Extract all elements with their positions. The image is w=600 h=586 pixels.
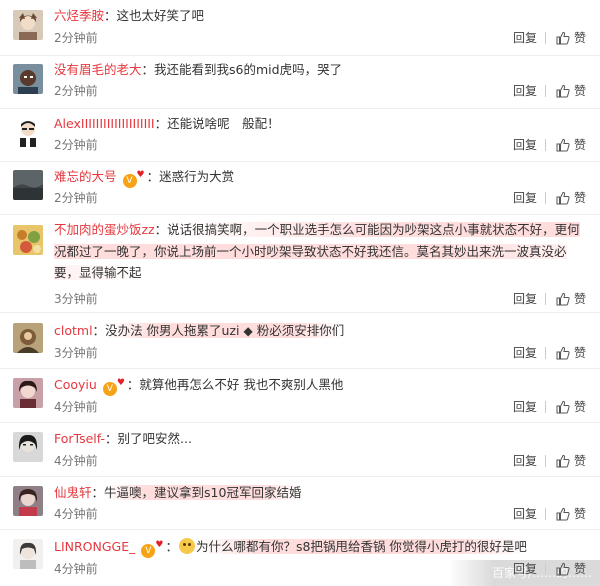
avatar[interactable] (13, 378, 43, 408)
reply-button[interactable]: 回复 (513, 506, 537, 522)
comment-item: Cooyiu V♥ ：就算他再怎么不好 我也不爽别人黑他 4分钟前 回复 赞 (0, 369, 600, 423)
reply-button[interactable]: 回复 (513, 291, 537, 307)
thumbs-up-icon (556, 346, 570, 360)
reply-button[interactable]: 回复 (513, 190, 537, 206)
comment-time: 3分钟前 (54, 346, 98, 360)
thumbs-up-icon (556, 454, 570, 468)
comment-item: 六烃季胺：这也太好笑了吧 2分钟前 回复 赞 (0, 0, 600, 56)
like-label: 赞 (573, 84, 586, 98)
like-label: 赞 (573, 31, 586, 45)
comment-item: ForTself-：别了吧安然... 4分钟前 回复 赞 (0, 423, 600, 477)
like-button[interactable]: 赞 (556, 30, 586, 46)
like-label: 赞 (573, 138, 586, 152)
comment-username[interactable]: 不加肉的蛋炒饭zz (54, 222, 155, 237)
comment-text: 别了吧安然... (117, 431, 192, 446)
reply-button[interactable]: 回复 (513, 345, 537, 361)
comment-time: 3分钟前 (54, 292, 98, 306)
vip-badge-icon: V (122, 174, 137, 188)
like-label: 赞 (573, 400, 586, 414)
gem-emoji-icon: ◆ (243, 324, 253, 338)
comment-item: clotml：没办法 你男人拖累了uzi ◆ 粉必须安排你们 3分钟前 回复 赞 (0, 313, 600, 369)
thinking-emoji-icon (178, 538, 195, 554)
comment-text: 为什么哪都有你？s8把锅甩给香锅 你觉得小虎打的很好是吧 (195, 539, 527, 554)
comment-username[interactable]: 难忘的大号 (54, 169, 117, 184)
vip-badge-icon: V (102, 382, 117, 396)
comment-time: 2分钟前 (54, 84, 98, 98)
comment-time: 4分钟前 (54, 562, 98, 576)
comment-time: 2分钟前 (54, 31, 98, 45)
like-button[interactable]: 赞 (556, 561, 586, 577)
comment-text: 牛逼噢，建议拿到s10冠军回家结婚 (104, 485, 302, 500)
like-button[interactable]: 赞 (556, 291, 586, 307)
avatar[interactable] (13, 64, 43, 94)
comment-text-continued: 粉必须安排你们 (256, 323, 345, 338)
thumbs-up-icon (556, 191, 570, 205)
comment-text: 还能说啥呢 般配！ (167, 116, 280, 131)
comment-username[interactable]: 六烃季胺 (54, 8, 104, 23)
comment-item: AlexIIIIIIIIIIIIIIIIIIII：还能说啥呢 般配！ 2分钟前 … (0, 109, 600, 162)
comment-username[interactable]: 仙鬼轩 (54, 485, 92, 500)
avatar[interactable] (13, 170, 43, 200)
avatar[interactable] (13, 10, 43, 40)
like-button[interactable]: 赞 (556, 399, 586, 415)
like-label: 赞 (573, 191, 586, 205)
reply-button[interactable]: 回复 (513, 561, 537, 577)
comment-username[interactable]: clotml (54, 323, 93, 338)
comment-item: 仙鬼轩：牛逼噢，建议拿到s10冠军回家结婚 4分钟前 回复 赞 (0, 477, 600, 530)
thumbs-up-icon (556, 31, 570, 45)
avatar[interactable] (13, 323, 43, 353)
comment-time: 4分钟前 (54, 507, 98, 521)
like-label: 赞 (573, 346, 586, 360)
reply-button[interactable]: 回复 (513, 137, 537, 153)
comment-time: 4分钟前 (54, 454, 98, 468)
comment-username[interactable]: LINRONGGE_ (54, 539, 135, 554)
reply-button[interactable]: 回复 (513, 453, 537, 469)
thumbs-up-icon (556, 84, 570, 98)
like-label: 赞 (573, 507, 586, 521)
like-label: 赞 (573, 562, 586, 576)
like-button[interactable]: 赞 (556, 506, 586, 522)
thumbs-up-icon (556, 562, 570, 576)
like-button[interactable]: 赞 (556, 345, 586, 361)
avatar[interactable] (13, 539, 43, 569)
comment-item: 不加肉的蛋炒饭zz：说话很搞笑啊，一个职业选手怎么可能因为吵架这点小事就状态不好… (0, 215, 600, 313)
like-button[interactable]: 赞 (556, 190, 586, 206)
comment-username[interactable]: Cooyiu (54, 377, 97, 392)
thumbs-up-icon (556, 292, 570, 306)
like-button[interactable]: 赞 (556, 137, 586, 153)
like-button[interactable]: 赞 (556, 453, 586, 469)
thumbs-up-icon (556, 400, 570, 414)
comment-item: 难忘的大号 V♥ ：迷惑行为大赏 2分钟前 回复 赞 (0, 162, 600, 215)
comment-time: 2分钟前 (54, 191, 98, 205)
reply-button[interactable]: 回复 (513, 83, 537, 99)
avatar[interactable] (13, 432, 43, 462)
comment-time: 2分钟前 (54, 138, 98, 152)
thumbs-up-icon (556, 138, 570, 152)
avatar[interactable] (13, 225, 43, 255)
like-button[interactable]: 赞 (556, 83, 586, 99)
reply-button[interactable]: 回复 (513, 30, 537, 46)
avatar[interactable] (13, 117, 43, 147)
comment-time: 4分钟前 (54, 400, 98, 414)
comment-text: 我还能看到我s6的mid虎吗，哭了 (154, 62, 343, 77)
like-label: 赞 (573, 292, 586, 306)
comment-username[interactable]: AlexIIIIIIIIIIIIIIIIIIII (54, 116, 155, 131)
comment-text: 迷惑行为大赏 (159, 169, 235, 184)
vip-badge-icon: V (141, 544, 156, 558)
like-label: 赞 (573, 454, 586, 468)
comment-username[interactable]: ForTself- (54, 431, 105, 446)
avatar[interactable] (13, 486, 43, 516)
thumbs-up-icon (556, 507, 570, 521)
comment-item: 没有眉毛的老大：我还能看到我s6的mid虎吗，哭了 2分钟前 回复 赞 (0, 56, 600, 109)
comment-text: 这也太好笑了吧 (116, 8, 205, 23)
comment-text: 没办法 你男人拖累了uzi (105, 323, 240, 338)
comment-username[interactable]: 没有眉毛的老大 (54, 62, 142, 77)
reply-button[interactable]: 回复 (513, 399, 537, 415)
comment-text: 就算他再怎么不好 我也不爽别人黑他 (139, 377, 344, 392)
